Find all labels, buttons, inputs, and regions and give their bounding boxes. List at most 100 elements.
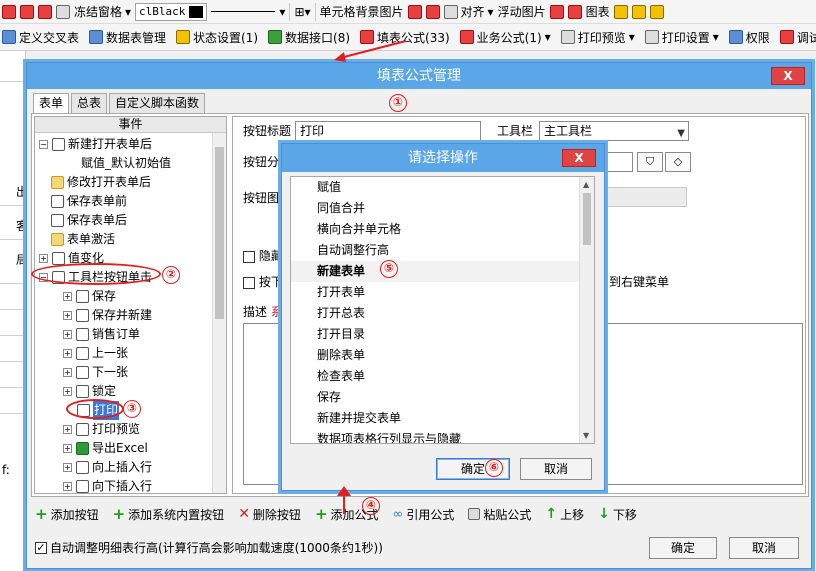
border-button[interactable]: ⊞▾ (294, 5, 310, 19)
toolbar-item-cross-table[interactable]: 定义交叉表 (2, 29, 79, 46)
image-icon-1[interactable] (407, 4, 422, 19)
bar-chart-icon-2[interactable] (631, 4, 646, 19)
expand-icon[interactable]: + (63, 368, 72, 377)
tab-custom-script[interactable]: 自定义脚本函数 (109, 93, 206, 113)
press-check[interactable] (243, 276, 255, 289)
auto-adjust-checkbox[interactable]: ✓ 自动调整明细表行高(计算行高会影响加载速度(1000条约1秒)) (35, 539, 383, 556)
tree-item[interactable]: 表单激活 (51, 230, 115, 249)
tree-item[interactable]: + 保存并新建 (63, 306, 152, 325)
tree-item[interactable]: + 销售订单 (63, 325, 140, 344)
paste-formula-button[interactable]: 粘贴公式 (468, 506, 531, 523)
press-checkbox[interactable]: 按下 (243, 273, 283, 290)
tree-scroll-thumb[interactable] (215, 147, 224, 319)
list-item[interactable]: 打开目录 (291, 324, 581, 345)
dialog-close-button[interactable]: X (771, 67, 805, 85)
list-item[interactable]: 检查表单 (291, 366, 581, 387)
list-item-selected[interactable]: 新建表单 (291, 261, 581, 282)
expand-icon[interactable]: + (63, 311, 72, 320)
bar-chart-icon-1[interactable] (613, 4, 628, 19)
dialog-ok-button[interactable]: 确定 (649, 537, 717, 559)
tree-item[interactable]: + 导出Excel (63, 439, 148, 458)
tree-item[interactable]: + 向下插入行 (63, 477, 152, 493)
expand-icon[interactable]: + (63, 349, 72, 358)
tree-scrollbar[interactable] (212, 133, 226, 493)
float-image-icon-2[interactable] (567, 4, 582, 19)
align-button[interactable]: 对齐 ▾ (443, 3, 494, 20)
dialog-cancel-button[interactable]: 取消 (729, 537, 799, 559)
popup-cancel-button[interactable]: 取消 (520, 458, 592, 480)
expand-icon[interactable]: + (63, 387, 72, 396)
red-grid-icon[interactable] (2, 4, 16, 19)
toolbar-item-business-formula[interactable]: 业务公式(1) ▾ (459, 29, 551, 46)
scroll-up-icon[interactable]: ▲ (583, 180, 589, 189)
move-down-button[interactable]: ↓ 下移 (598, 506, 637, 523)
move-up-button[interactable]: ↑ 上移 (545, 506, 584, 523)
expand-icon[interactable]: + (63, 425, 72, 434)
freeze-panes-button[interactable]: 冻结窗格 ▾ (74, 3, 131, 20)
red-grid-icon-2[interactable] (20, 4, 34, 19)
list-item[interactable]: 自动调整行高 (291, 240, 581, 261)
tree-item[interactable]: 修改打开表单后 (51, 173, 151, 192)
list-item[interactable]: 数据项表格行列显示与隐藏 (291, 429, 581, 443)
list-item[interactable]: 打开表单 (291, 282, 581, 303)
expand-icon[interactable]: + (63, 292, 72, 301)
popup-close-button[interactable]: X (562, 149, 596, 167)
list-item[interactable]: 新建并提交表单 (291, 408, 581, 429)
expand-icon[interactable]: + (63, 444, 72, 453)
cell-bg-image-button[interactable]: 单元格背景图片 (320, 3, 404, 20)
list-item[interactable]: 同值合并 (291, 198, 581, 219)
tree-item[interactable]: + 向上插入行 (63, 458, 152, 477)
toolbar-item-data-table[interactable]: 数据表管理 (89, 29, 166, 46)
list-item[interactable]: 横向合并单元格 (291, 219, 581, 240)
expand-icon[interactable]: + (63, 482, 72, 491)
percent-icon[interactable] (56, 4, 70, 19)
float-image-button[interactable]: 浮动图片 (498, 3, 546, 20)
button-group-input[interactable] (607, 152, 633, 172)
tree-item[interactable]: − 新建打开表单后 (39, 135, 152, 154)
float-image-icon-1[interactable] (549, 4, 564, 19)
hide-check[interactable] (243, 250, 255, 263)
toolbar-item-print-settings[interactable]: 打印设置 ▾ (644, 29, 719, 46)
chart-button[interactable]: 图表 (586, 3, 610, 20)
red-grid-icon-3[interactable] (38, 4, 52, 19)
button-image-input[interactable] (607, 187, 687, 207)
scroll-down-icon[interactable]: ▼ (583, 431, 589, 440)
tree-item[interactable]: + 打印预览 (63, 420, 140, 439)
button-title-input[interactable]: 打印 (295, 121, 481, 141)
eraser-button[interactable]: ◇ (665, 152, 691, 172)
tab-form[interactable]: 表单 (33, 93, 70, 114)
list-item[interactable]: 打开总表 (291, 303, 581, 324)
image-icon-2[interactable] (425, 4, 440, 19)
popup-scroll-thumb[interactable] (583, 193, 591, 245)
tree-item[interactable]: 赋值_默认初始值 (81, 154, 171, 173)
toolbar-item-status[interactable]: 状态设置(1) (176, 29, 258, 46)
tab-summary[interactable]: 总表 (71, 93, 108, 113)
list-item[interactable]: 删除表单 (291, 345, 581, 366)
collapse-icon[interactable]: − (39, 140, 48, 149)
delete-button-button[interactable]: ✕ 删除按钮 (238, 506, 301, 523)
popup-titlebar[interactable]: 请选择操作 X (282, 144, 604, 172)
bar-chart-icon-3[interactable] (649, 4, 664, 19)
add-button-button[interactable]: + 添加按钮 (35, 505, 99, 523)
line-style-select[interactable] (211, 11, 276, 12)
toolbar-select[interactable]: 主工具栏 ▼ (539, 121, 689, 141)
expand-icon[interactable]: + (39, 254, 48, 263)
auto-adjust-check[interactable]: ✓ (35, 541, 47, 554)
popup-scrollbar[interactable]: ▲ ▼ (579, 177, 594, 443)
toolbar-item-permission[interactable]: 权限 (728, 29, 770, 46)
dialog-titlebar[interactable]: 填表公式管理 X (27, 63, 811, 89)
list-item[interactable]: 保存 (291, 387, 581, 408)
expand-icon[interactable]: + (63, 463, 72, 472)
color-combo[interactable]: clBlack (135, 2, 208, 21)
reference-formula-button[interactable]: ∞ 引用公式 (393, 506, 455, 523)
add-builtin-button-button[interactable]: + 添加系统内置按钮 (113, 505, 225, 523)
list-item[interactable]: 赋值 (291, 177, 581, 198)
tree-item[interactable]: + 上一张 (63, 344, 128, 363)
expand-icon[interactable]: + (63, 330, 72, 339)
shield-button[interactable]: ⛉ (637, 152, 663, 172)
tree-item[interactable]: 保存表单后 (51, 211, 127, 230)
tree-item[interactable]: + 下一张 (63, 363, 128, 382)
toolbar-item-print-preview[interactable]: 打印预览 ▾ (560, 29, 635, 46)
tree-item[interactable]: 保存表单前 (51, 192, 127, 211)
hide-checkbox[interactable]: 隐藏 (243, 247, 283, 264)
